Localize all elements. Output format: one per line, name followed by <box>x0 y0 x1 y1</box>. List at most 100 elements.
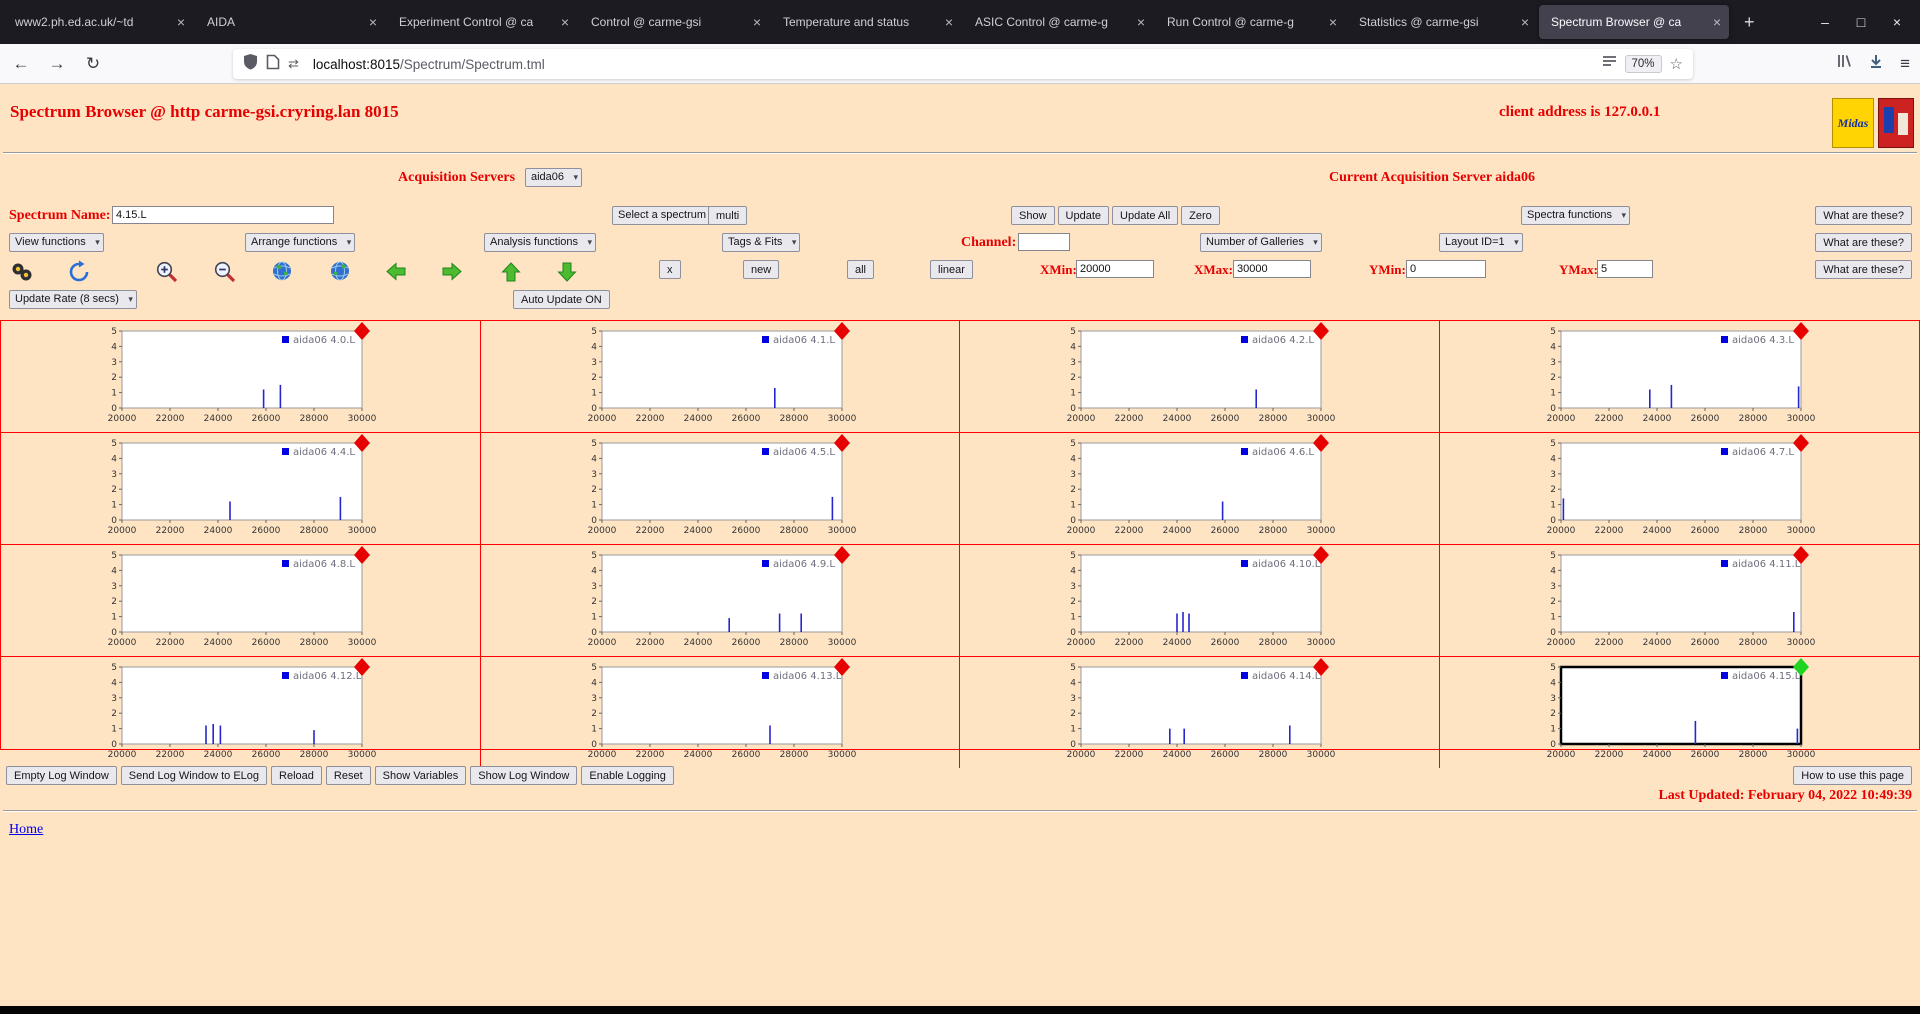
arrange-functions-select[interactable]: Arrange functions▾ <box>245 233 355 252</box>
back-button[interactable]: ← <box>6 54 36 74</box>
arrow-left-icon[interactable] <box>384 260 408 284</box>
svg-text:1: 1 <box>1070 613 1076 623</box>
permissions-icon[interactable]: ⇄ <box>288 56 299 72</box>
download-icon[interactable] <box>1868 53 1884 74</box>
globe-alt-icon[interactable] <box>329 260 353 284</box>
svg-text:26000: 26000 <box>1690 526 1719 536</box>
tab-asic-control-carme-g[interactable]: ASIC Control @ carme-g× <box>963 5 1153 39</box>
tab-aida[interactable]: AIDA× <box>195 5 385 39</box>
tab-close-icon[interactable]: × <box>1521 15 1529 29</box>
update-button[interactable]: Update <box>1058 206 1109 225</box>
zero-button[interactable]: Zero <box>1181 206 1220 225</box>
spectrum-plot-aida06-4-4-l[interactable]: 012345200002200024000260002800030000aida… <box>1 433 481 545</box>
xmin-input[interactable] <box>1076 260 1154 278</box>
spectrum-plot-aida06-4-8-l[interactable]: 012345200002200024000260002800030000aida… <box>1 545 481 657</box>
spectrum-plot-aida06-4-2-l[interactable]: 012345200002200024000260002800030000aida… <box>960 321 1440 433</box>
spectrum-plot-aida06-4-7-l[interactable]: 012345200002200024000260002800030000aida… <box>1440 433 1920 545</box>
spectrum-plot-aida06-4-5-l[interactable]: 012345200002200024000260002800030000aida… <box>481 433 961 545</box>
home-link[interactable]: Home <box>9 822 43 838</box>
tab-control-carme-gsi[interactable]: Control @ carme-gsi× <box>579 5 769 39</box>
tab-close-icon[interactable]: × <box>1329 15 1337 29</box>
url-bar[interactable]: ⇄ localhost:8015/Spectrum/Spectrum.tml 7… <box>233 49 1693 79</box>
tab-spectrum-browser-ca[interactable]: Spectrum Browser @ ca× <box>1539 5 1729 39</box>
tab-experiment-control-ca[interactable]: Experiment Control @ ca× <box>387 5 577 39</box>
update-rate-select[interactable]: Update Rate (8 secs)▾ <box>9 290 137 309</box>
arrow-down-icon[interactable] <box>556 260 580 284</box>
spectrum-plot-aida06-4-13-l[interactable]: 012345200002200024000260002800030000aida… <box>481 657 961 768</box>
reload-button[interactable]: ↻ <box>78 54 108 74</box>
tab-statistics-carme-gsi[interactable]: Statistics @ carme-gsi× <box>1347 5 1537 39</box>
enable-logging-button[interactable]: Enable Logging <box>581 766 673 785</box>
tab-close-icon[interactable]: × <box>945 15 953 29</box>
reload-button[interactable]: Reload <box>271 766 322 785</box>
spectrum-plot-aida06-4-10-l[interactable]: 012345200002200024000260002800030000aida… <box>960 545 1440 657</box>
spectrum-plot-aida06-4-12-l[interactable]: 012345200002200024000260002800030000aida… <box>1 657 481 768</box>
new-tab-button[interactable]: + <box>1734 10 1765 35</box>
tab-close-icon[interactable]: × <box>561 15 569 29</box>
tab-close-icon[interactable]: × <box>369 15 377 29</box>
send-log-window-to-elog-button[interactable]: Send Log Window to ELog <box>121 766 267 785</box>
new-button[interactable]: new <box>743 260 779 279</box>
minimize-button[interactable]: – <box>1816 14 1834 30</box>
linear-button[interactable]: linear <box>930 260 973 279</box>
view-functions-select[interactable]: View functions▾ <box>9 233 104 252</box>
auto-update-button[interactable]: Auto Update ON <box>513 290 610 309</box>
show-log-window-button[interactable]: Show Log Window <box>470 766 577 785</box>
forward-button[interactable]: → <box>42 54 72 74</box>
multi-button[interactable]: multi <box>708 206 747 225</box>
ymax-input[interactable] <box>1597 260 1653 278</box>
x-button[interactable]: x <box>659 260 681 279</box>
spectrum-plot-aida06-4-14-l[interactable]: 012345200002200024000260002800030000aida… <box>960 657 1440 768</box>
close-button[interactable]: × <box>1888 14 1906 30</box>
what-are-these-button-1[interactable]: What are these? <box>1815 206 1912 225</box>
refresh-icon[interactable] <box>67 260 91 284</box>
globe-icon[interactable] <box>271 260 295 284</box>
zoom-in-icon[interactable] <box>155 260 179 284</box>
how-to-use-button[interactable]: How to use this page <box>1793 766 1912 785</box>
tab-www2-ph-ed-ac-uk-td[interactable]: www2.ph.ed.ac.uk/~td× <box>3 5 193 39</box>
show-variables-button[interactable]: Show Variables <box>375 766 467 785</box>
spectrum-plot-aida06-4-0-l[interactable]: 012345200002200024000260002800030000aida… <box>1 321 481 433</box>
spectrum-plot-aida06-4-6-l[interactable]: 012345200002200024000260002800030000aida… <box>960 433 1440 545</box>
shield-icon[interactable] <box>243 53 258 75</box>
analysis-functions-select[interactable]: Analysis functions▾ <box>484 233 596 252</box>
empty-log-window-button[interactable]: Empty Log Window <box>6 766 117 785</box>
arrow-right-icon[interactable] <box>440 260 464 284</box>
layout-id-select[interactable]: Layout ID=1▾ <box>1439 233 1523 252</box>
maximize-button[interactable]: □ <box>1852 14 1870 30</box>
what-are-these-button-2[interactable]: What are these? <box>1815 233 1912 252</box>
zoom-out-icon[interactable] <box>213 260 237 284</box>
zoom-indicator[interactable]: 70% <box>1625 55 1662 73</box>
what-are-these-button-3[interactable]: What are these? <box>1815 260 1912 279</box>
page-info-icon[interactable] <box>266 54 280 75</box>
menu-icon[interactable]: ≡ <box>1900 54 1910 74</box>
spectrum-name-input[interactable] <box>112 206 334 224</box>
tab-close-icon[interactable]: × <box>177 15 185 29</box>
tab-temperature-and-status[interactable]: Temperature and status× <box>771 5 961 39</box>
paw-icon[interactable] <box>10 260 34 284</box>
spectrum-plot-aida06-4-15-l[interactable]: 012345200002200024000260002800030000aida… <box>1440 657 1920 768</box>
arrow-up-icon[interactable] <box>500 260 524 284</box>
tags-fits-select[interactable]: Tags & Fits▾ <box>722 233 800 252</box>
spectrum-plot-aida06-4-9-l[interactable]: 012345200002200024000260002800030000aida… <box>481 545 961 657</box>
tab-close-icon[interactable]: × <box>1713 15 1721 29</box>
spectrum-plot-aida06-4-11-l[interactable]: 012345200002200024000260002800030000aida… <box>1440 545 1920 657</box>
tab-close-icon[interactable]: × <box>753 15 761 29</box>
update-all-button[interactable]: Update All <box>1112 206 1178 225</box>
library-icon[interactable] <box>1836 53 1852 74</box>
xmax-input[interactable] <box>1233 260 1311 278</box>
acquisition-server-select[interactable]: aida06▾ <box>525 168 582 187</box>
reset-button[interactable]: Reset <box>326 766 371 785</box>
all-button[interactable]: all <box>847 260 874 279</box>
spectra-functions-select[interactable]: Spectra functions▾ <box>1521 206 1630 225</box>
tab-close-icon[interactable]: × <box>1137 15 1145 29</box>
tab-run-control-carme-g[interactable]: Run Control @ carme-g× <box>1155 5 1345 39</box>
spectrum-plot-aida06-4-3-l[interactable]: 012345200002200024000260002800030000aida… <box>1440 321 1920 433</box>
show-button[interactable]: Show <box>1011 206 1055 225</box>
reader-mode-icon[interactable] <box>1602 55 1617 74</box>
spectrum-plot-aida06-4-1-l[interactable]: 012345200002200024000260002800030000aida… <box>481 321 961 433</box>
bookmark-star-icon[interactable]: ☆ <box>1670 55 1683 73</box>
galleries-select[interactable]: Number of Galleries▾ <box>1200 233 1322 252</box>
ymin-input[interactable] <box>1406 260 1486 278</box>
channel-input[interactable] <box>1018 233 1070 251</box>
